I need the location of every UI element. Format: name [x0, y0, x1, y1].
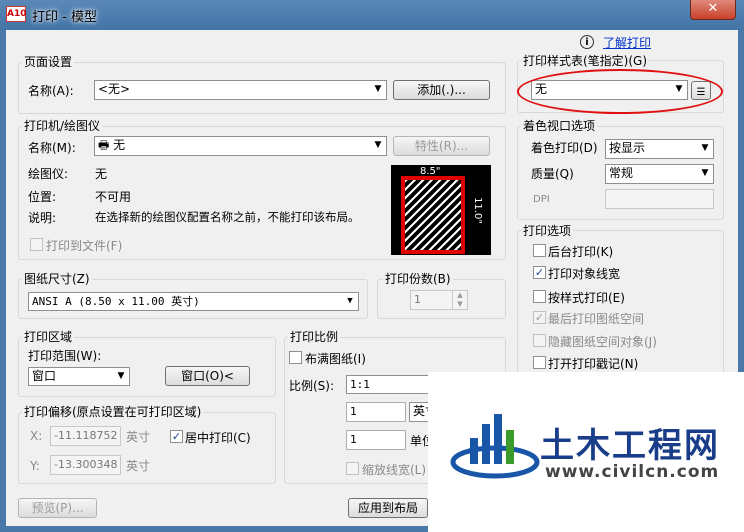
highlight-ellipse: [517, 69, 723, 114]
plot-option-label: 按样式打印(E): [548, 291, 625, 305]
quality-value: 常规: [609, 166, 634, 180]
scale-value: 1:1: [350, 378, 370, 391]
plotter-value: 无: [95, 167, 108, 181]
window-button[interactable]: 窗口(O)<: [165, 366, 250, 386]
chevron-down-icon: ▼: [374, 140, 382, 150]
properties-button[interactable]: 特性(R)...: [393, 136, 490, 156]
page-setup-label: 页面设置: [22, 53, 75, 70]
offset-x-input[interactable]: -11.118752: [50, 426, 121, 446]
paper-size-select[interactable]: ANSI A (8.50 x 11.00 英寸) ▼: [28, 292, 359, 311]
watermark-title: 土木工程网: [540, 426, 720, 466]
scale-label: 比例(S):: [289, 379, 335, 393]
preview-width-label: 8.5": [420, 166, 441, 177]
plot-option-label: 后台打印(K): [548, 245, 614, 259]
printer-name-label: 名称(M):: [28, 141, 76, 155]
plot-range-label: 打印范围(W):: [28, 349, 102, 363]
paper-size-value: ANSI A (8.50 x 11.00 英寸): [32, 295, 200, 308]
description-value: 在选择新的绘图仪配置名称之前，不能打印该布局。: [95, 210, 360, 224]
chevron-down-icon: ▼: [701, 168, 709, 178]
dpi-label: DPI: [533, 194, 550, 205]
copies-label: 打印份数(B): [383, 270, 453, 287]
description-label: 说明:: [28, 211, 57, 225]
plot-area-label: 打印区域: [22, 328, 75, 345]
center-plot-label: 居中打印(C): [185, 431, 251, 445]
location-label: 位置:: [28, 190, 57, 204]
printer-name-value: 无: [113, 138, 126, 152]
learn-print-link[interactable]: 了解打印: [603, 34, 651, 51]
scale-value1-input[interactable]: 1: [346, 402, 406, 422]
offset-x-unit: 英寸: [126, 430, 151, 444]
print-to-file-label: 打印到文件(F): [46, 239, 123, 253]
location-value: 不可用: [95, 190, 132, 204]
printer-icon: 🖶: [98, 138, 110, 152]
shaded-viewport-label: 着色视口选项: [521, 117, 598, 134]
fit-to-paper-checkbox[interactable]: [289, 351, 302, 364]
shade-plot-select[interactable]: 按显示 ▼: [605, 139, 714, 159]
page-setup-name-value: <无>: [98, 82, 131, 96]
apply-to-layout-button[interactable]: 应用到布局: [348, 498, 428, 518]
chevron-down-icon: ▼: [117, 371, 125, 381]
dpi-input[interactable]: [605, 189, 714, 209]
chevron-down-icon: ▼: [347, 296, 353, 306]
printer-label: 打印机/绘图仪: [22, 117, 103, 134]
quality-select[interactable]: 常规 ▼: [605, 164, 714, 184]
plot-lineweights-checkbox[interactable]: ✓: [533, 266, 546, 279]
scale-value2-input[interactable]: 1: [346, 430, 406, 450]
shade-plot-label: 着色打印(D): [531, 141, 598, 155]
title-bar: [0, 0, 744, 30]
fit-to-paper-label: 布满图纸(I): [305, 352, 366, 366]
scale-lineweights-label: 缩放线宽(L): [362, 463, 427, 477]
offset-x-label: X:: [30, 429, 43, 443]
plot-paperspace-last-checkbox[interactable]: ✓: [533, 311, 546, 324]
plot-options-label: 打印选项: [521, 222, 574, 239]
offset-y-label: Y:: [30, 459, 40, 473]
offset-y-unit: 英寸: [126, 459, 151, 473]
watermark-logo: [450, 414, 540, 479]
center-plot-checkbox[interactable]: ✓: [170, 430, 183, 443]
plot-option-label: 最后打印图纸空间: [548, 312, 645, 326]
info-icon: i: [580, 35, 594, 49]
chevron-down-icon: ▼: [701, 143, 709, 153]
add-button[interactable]: 添加(.)...: [393, 80, 490, 100]
plot-option-label: 打印对象线宽: [548, 267, 621, 281]
paper-size-label: 图纸尺寸(Z): [22, 270, 92, 287]
plotter-label: 绘图仪:: [28, 167, 69, 181]
plot-style-label: 打印样式表(笔指定)(G): [521, 52, 650, 69]
window-frame: [0, 30, 6, 532]
hide-paperspace-objects-checkbox[interactable]: [533, 334, 546, 347]
plot-offset-label: 打印偏移(原点设置在可打印区域): [22, 403, 204, 420]
watermark-url: www.civilcn.com: [545, 462, 720, 482]
close-button[interactable]: ✕: [690, 0, 736, 20]
plot-scale-label: 打印比例: [288, 328, 341, 345]
chevron-down-icon: ▼: [374, 84, 382, 94]
app-icon: A10: [6, 6, 27, 22]
page-setup-name-label: 名称(A):: [28, 84, 74, 98]
preview-height-label: 11.0": [471, 197, 483, 224]
window-title: 打印 - 模型: [32, 10, 97, 25]
copies-spinner[interactable]: ▲ ▼: [452, 291, 467, 309]
shade-plot-value: 按显示: [609, 141, 646, 155]
preview-button[interactable]: 预览(P)...: [18, 498, 97, 518]
offset-y-input[interactable]: -13.300348: [50, 455, 121, 475]
plot-with-styles-checkbox[interactable]: [533, 290, 546, 303]
plot-range-value: 窗口: [32, 369, 57, 383]
plot-option-label: 隐藏图纸空间对象(J): [548, 335, 657, 349]
plot-option-label: 打开打印戳记(N): [548, 357, 639, 371]
print-to-file-checkbox[interactable]: [30, 238, 43, 251]
printer-name-select[interactable]: 🖶 无 ▼: [94, 136, 387, 156]
quality-label: 质量(Q): [531, 167, 574, 181]
plot-stamp-checkbox[interactable]: [533, 356, 546, 369]
background-plot-checkbox[interactable]: [533, 244, 546, 257]
page-setup-name-select[interactable]: <无> ▼: [94, 80, 387, 100]
plot-range-select[interactable]: 窗口 ▼: [28, 367, 130, 386]
scale-lineweights-checkbox[interactable]: [346, 462, 359, 475]
paper-preview-sheet: [401, 176, 465, 254]
